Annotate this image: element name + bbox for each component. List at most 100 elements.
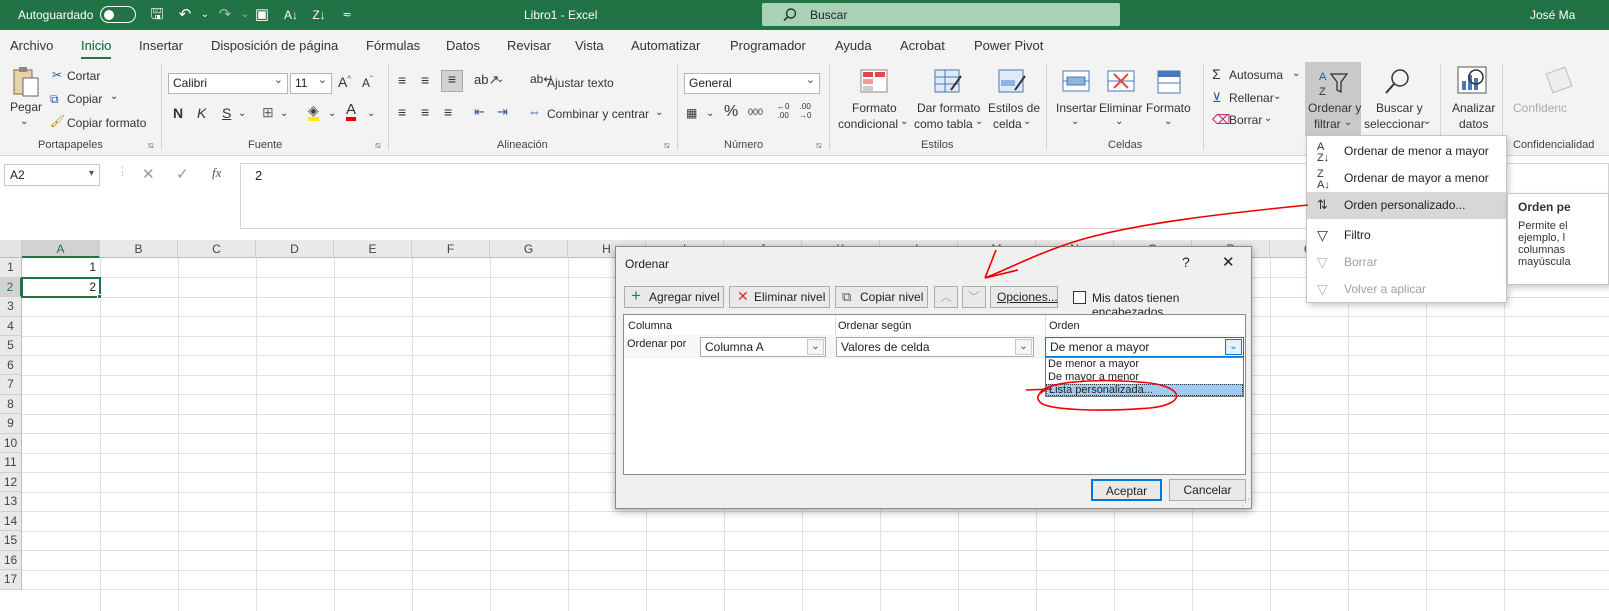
- font-color-icon[interactable]: A: [346, 102, 357, 121]
- decrease-indent-icon[interactable]: ⇤: [474, 104, 485, 120]
- tab-archivo[interactable]: Archivo: [10, 38, 53, 53]
- autosum-dropdown-icon[interactable]: ⌄: [1292, 68, 1300, 79]
- tab-disposicion[interactable]: Disposición de página: [211, 38, 338, 53]
- menu-item-sort-asc[interactable]: A Z↓ Ordenar de menor a mayor: [1307, 138, 1506, 164]
- format-as-table-dropdown-icon[interactable]: ⌄: [975, 116, 983, 127]
- underline-dropdown-icon[interactable]: ⌄: [238, 108, 246, 119]
- cell-styles-label-1[interactable]: Estilos de: [988, 101, 1040, 115]
- row-header[interactable]: 13: [0, 492, 22, 512]
- delete-cells-button[interactable]: Eliminar: [1099, 101, 1142, 115]
- move-up-button[interactable]: ︿: [934, 286, 958, 308]
- analyze-data-label-1[interactable]: Analizar: [1452, 101, 1495, 115]
- row-header[interactable]: 16: [0, 550, 22, 570]
- tab-automatizar[interactable]: Automatizar: [631, 38, 700, 53]
- italic-button[interactable]: K: [197, 105, 206, 121]
- percent-icon[interactable]: %: [724, 103, 738, 121]
- cancel-icon[interactable]: ✕: [142, 165, 155, 183]
- accounting-format-icon[interactable]: ▦: [686, 106, 697, 120]
- conditional-format-dropdown-icon[interactable]: ⌄: [900, 116, 908, 127]
- sort-asc-quick-icon[interactable]: A↓: [282, 6, 300, 24]
- cancel-button[interactable]: Cancelar: [1169, 479, 1246, 501]
- format-as-table-label-2[interactable]: como tabla: [914, 117, 973, 131]
- format-dropdown-icon[interactable]: ⌄: [1164, 116, 1172, 127]
- customize-qat-icon[interactable]: ≂: [338, 6, 356, 24]
- autosum-icon[interactable]: Σ: [1212, 66, 1221, 82]
- row-header[interactable]: 12: [0, 472, 22, 492]
- clear-button[interactable]: Borrar: [1229, 113, 1262, 127]
- align-right-icon[interactable]: ≡: [444, 104, 452, 120]
- delete-dropdown-icon[interactable]: ⌄: [1115, 116, 1123, 127]
- fill-handle[interactable]: [97, 294, 102, 299]
- menu-item-filter[interactable]: ▽ Filtro: [1307, 222, 1506, 248]
- dialog-launcher-icon[interactable]: ⧅: [148, 140, 154, 151]
- options-button[interactable]: Opciones...: [990, 286, 1058, 308]
- undo-dropdown-icon[interactable]: ⌄: [196, 6, 214, 24]
- fill-icon[interactable]: ⊻: [1212, 90, 1222, 106]
- undo-icon[interactable]: ↶: [176, 6, 194, 24]
- tab-inicio[interactable]: Inicio: [81, 38, 112, 59]
- fill-color-dropdown-icon[interactable]: ⌄: [328, 108, 336, 119]
- cell-styles-icon[interactable]: [996, 68, 1028, 96]
- row-header[interactable]: 1: [0, 258, 22, 278]
- help-button[interactable]: ?: [1182, 254, 1190, 270]
- thousands-icon[interactable]: 000: [748, 107, 763, 117]
- select-all-corner[interactable]: [0, 240, 22, 258]
- autosave-toggle[interactable]: [100, 6, 136, 23]
- column-header[interactable]: A: [22, 240, 100, 258]
- tab-formulas[interactable]: Fórmulas: [366, 38, 420, 53]
- row-header[interactable]: 17: [0, 570, 22, 590]
- increase-decimal-icon[interactable]: ←0.00: [777, 102, 789, 120]
- ok-button[interactable]: Aceptar: [1091, 479, 1162, 501]
- paste-icon[interactable]: [10, 66, 42, 98]
- grow-font-icon[interactable]: A^: [338, 74, 351, 90]
- fill-color-icon[interactable]: ◈: [308, 103, 319, 121]
- insert-function-icon[interactable]: fx: [212, 165, 221, 181]
- number-format-combo[interactable]: General: [684, 73, 820, 94]
- move-down-button[interactable]: ﹀: [962, 286, 986, 308]
- column-header[interactable]: D: [256, 240, 334, 258]
- sorton-select[interactable]: Valores de celda ⌄: [836, 337, 1034, 357]
- format-cells-icon[interactable]: [1153, 68, 1185, 96]
- resize-grip-icon[interactable]: ⋰: [1241, 497, 1250, 508]
- find-select-dropdown-icon[interactable]: ⌄: [1423, 116, 1431, 127]
- menu-item-custom-sort[interactable]: ⇅ Orden personalizado...: [1307, 192, 1506, 219]
- find-select-label-2[interactable]: seleccionar: [1364, 117, 1425, 131]
- eraser-icon[interactable]: ⌫: [1212, 112, 1230, 128]
- row-header[interactable]: 7: [0, 375, 22, 395]
- row-header[interactable]: 9: [0, 414, 22, 434]
- row-header[interactable]: 5: [0, 336, 22, 356]
- tab-datos[interactable]: Datos: [446, 38, 480, 53]
- dialog-launcher-icon[interactable]: ⧅: [375, 140, 381, 151]
- borders-icon[interactable]: ⊞: [262, 104, 274, 121]
- analyze-data-icon[interactable]: [1456, 65, 1490, 97]
- tab-insertar[interactable]: Insertar: [139, 38, 183, 53]
- copy-level-button[interactable]: ⧉ Copiar nivel: [835, 286, 928, 308]
- user-name[interactable]: José Ma: [1530, 8, 1575, 22]
- autosum-button[interactable]: Autosuma: [1229, 68, 1283, 82]
- order-option-selected[interactable]: Lista personalizada...: [1046, 384, 1243, 396]
- insert-dropdown-icon[interactable]: ⌄: [1071, 116, 1079, 127]
- row-header[interactable]: 6: [0, 355, 22, 375]
- column-select[interactable]: Columna A ⌄: [700, 337, 826, 357]
- format-painter-button[interactable]: Copiar formato: [67, 116, 146, 130]
- format-painter-icon[interactable]: 🖌: [50, 114, 65, 128]
- merge-dropdown-icon[interactable]: ⌄: [655, 107, 663, 118]
- column-header[interactable]: G: [490, 240, 568, 258]
- order-option[interactable]: De mayor a menor: [1048, 371, 1139, 383]
- format-as-table-label-1[interactable]: Dar formato: [917, 101, 980, 115]
- format-cells-button[interactable]: Formato: [1146, 101, 1191, 115]
- close-button[interactable]: ✕: [1222, 253, 1235, 271]
- tab-acrobat[interactable]: Acrobat: [900, 38, 945, 53]
- delete-cells-icon[interactable]: [1105, 68, 1137, 96]
- row-header[interactable]: 15: [0, 531, 22, 551]
- row-header[interactable]: 10: [0, 433, 22, 453]
- font-size-combo[interactable]: 11: [290, 73, 332, 94]
- row-header[interactable]: 2: [0, 277, 22, 297]
- tab-revisar[interactable]: Revisar: [507, 38, 551, 53]
- align-bottom-icon[interactable]: ≡: [441, 70, 463, 92]
- borders-dropdown-icon[interactable]: ⌄: [280, 108, 288, 119]
- cell-a2[interactable]: 2: [24, 280, 96, 294]
- cut-icon[interactable]: ✂: [52, 68, 62, 82]
- copy-dropdown-icon[interactable]: ⌄: [110, 91, 118, 102]
- insert-cells-button[interactable]: Insertar: [1056, 101, 1097, 115]
